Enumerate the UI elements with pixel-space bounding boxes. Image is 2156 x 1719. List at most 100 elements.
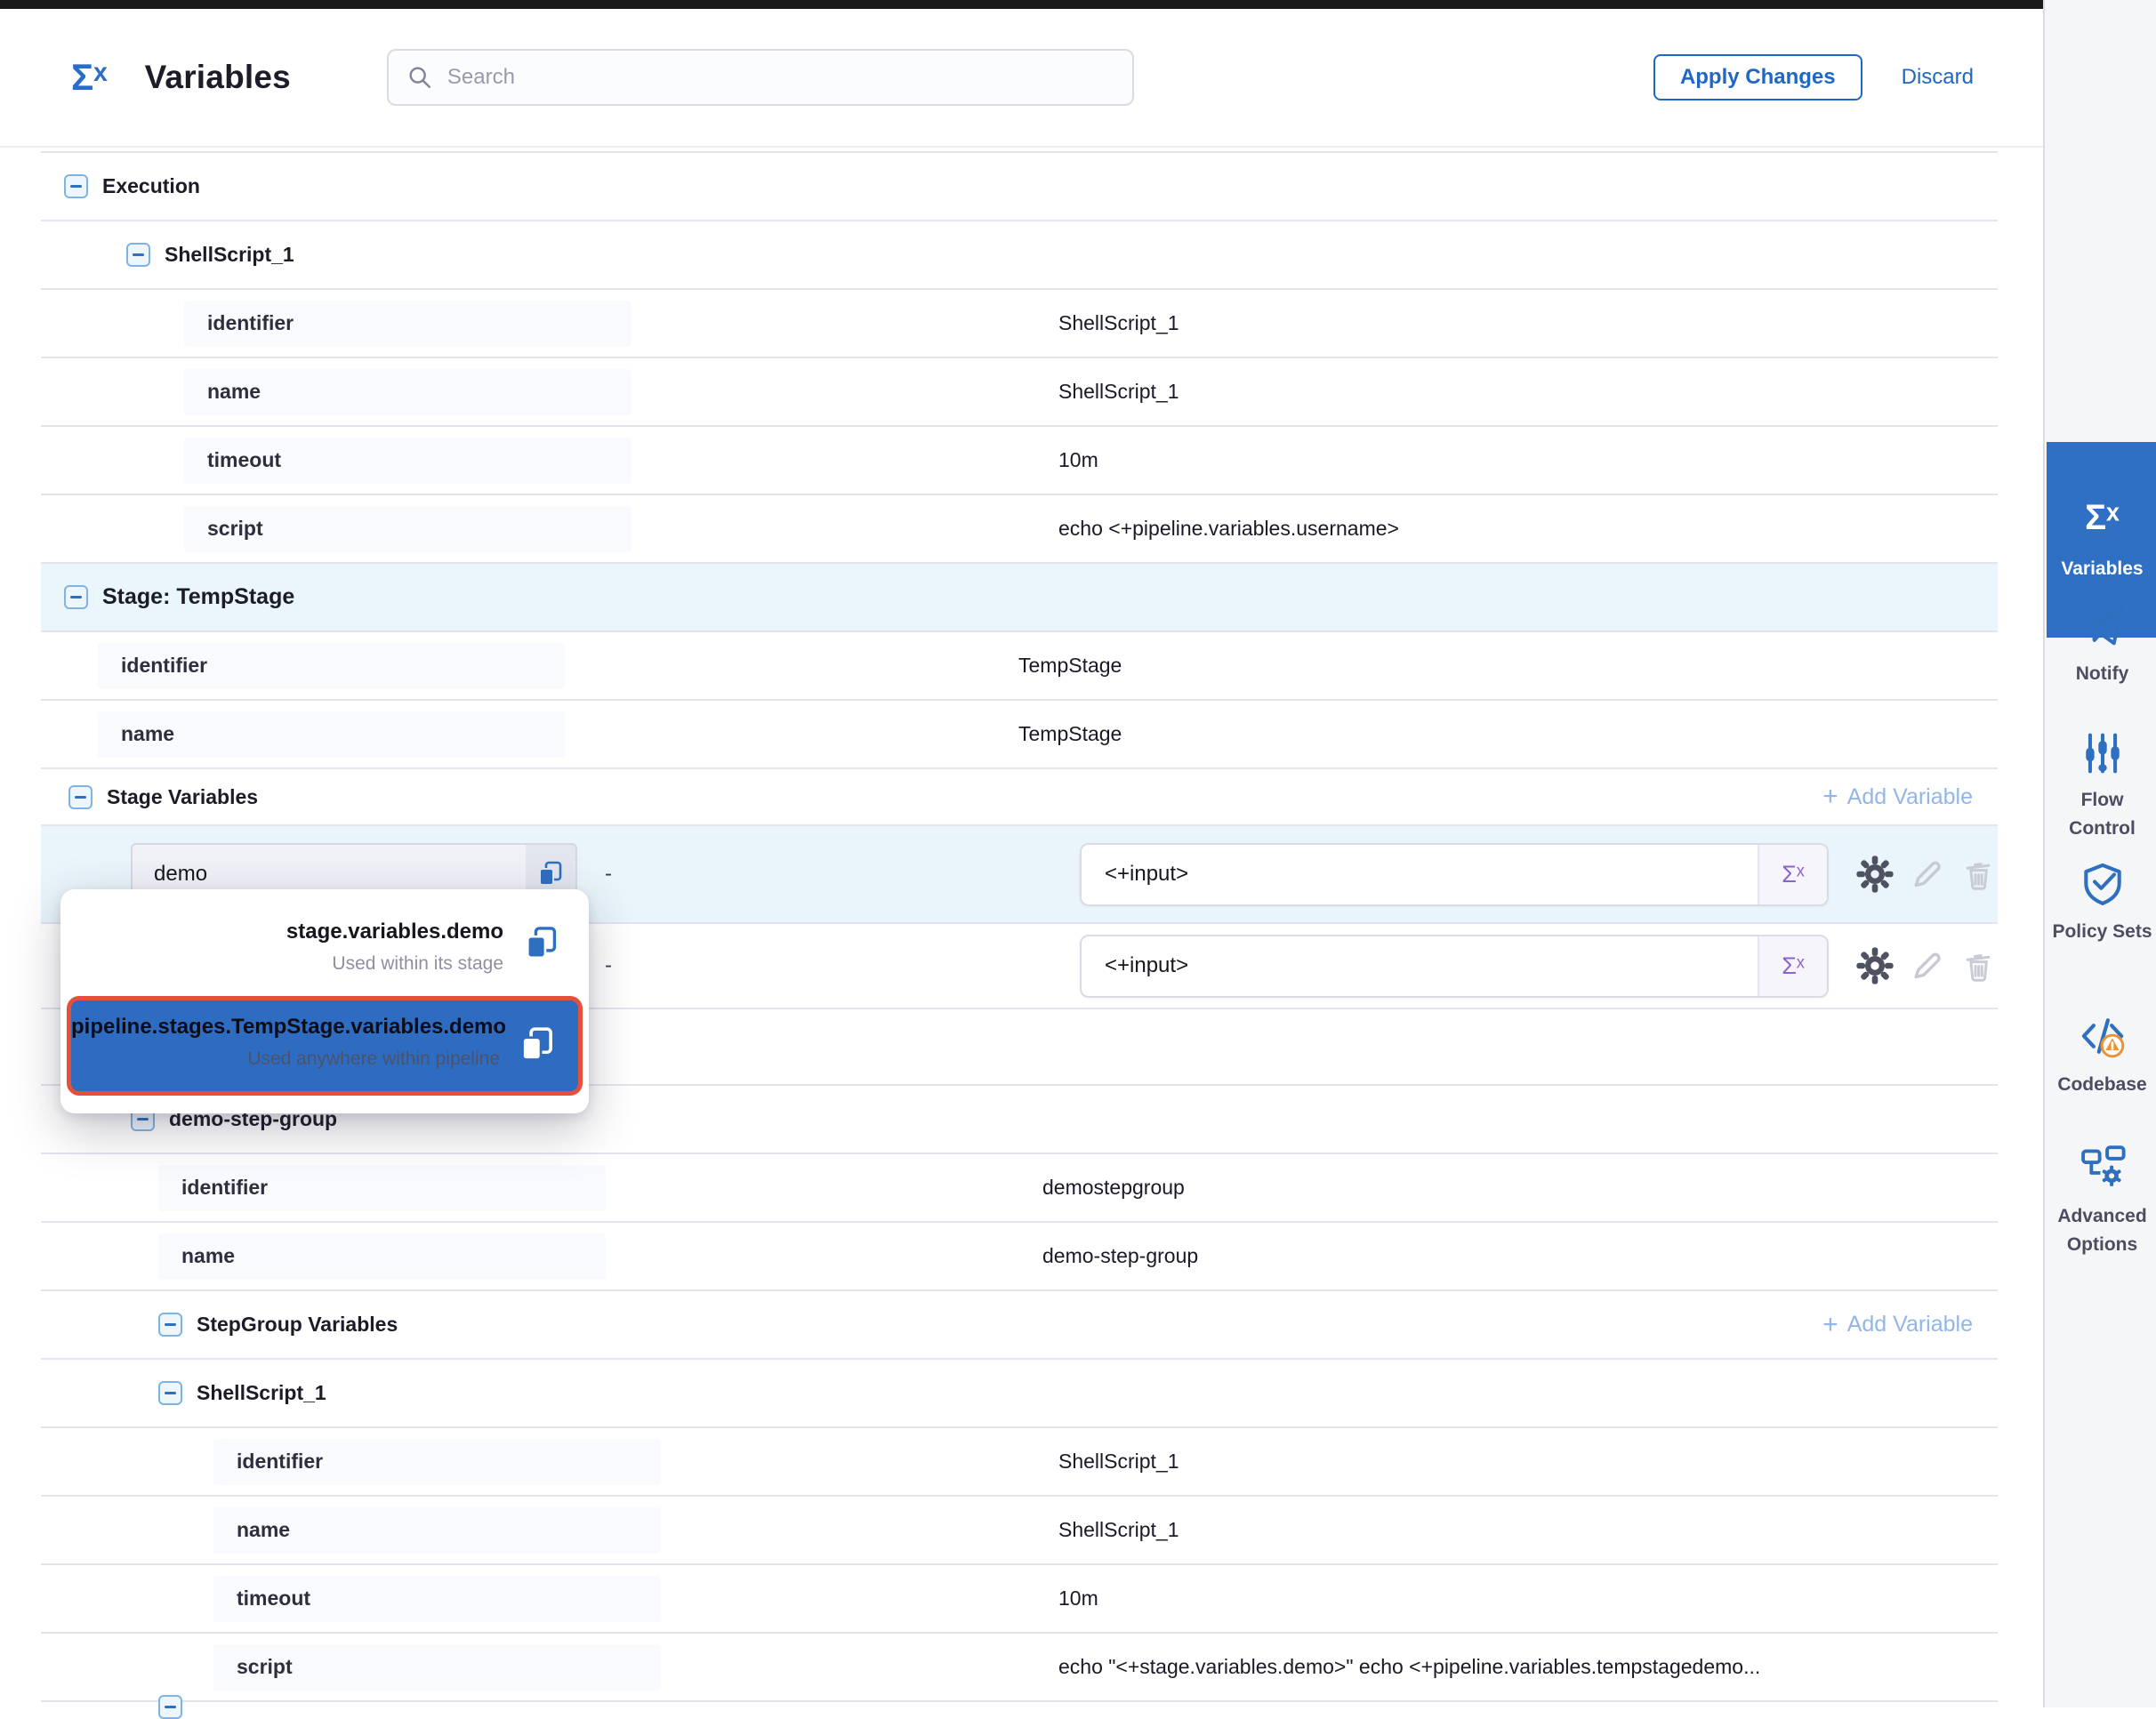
field-value: 10m — [1058, 1586, 1098, 1611]
sidebar-item-policy-sets[interactable]: Policy Sets — [2047, 861, 2156, 946]
section-row-stepgroup-variables: StepGroup Variables + Add Variable — [41, 1291, 1998, 1360]
variable-scope-text: Used within its stage — [60, 953, 503, 975]
variable-row-actions — [1855, 946, 1998, 985]
section-row-stage-variables: Stage Variables + Add Variable — [41, 769, 1998, 826]
field-value: ShellScript_1 — [1058, 311, 1179, 335]
expression-toggle-button[interactable]: Σˣ — [1758, 845, 1827, 904]
sidebar-item-notify[interactable]: Notify — [2047, 601, 2156, 688]
section-label: Execution — [102, 174, 200, 198]
sliders-icon — [2080, 731, 2125, 775]
paper-plane-icon — [2079, 601, 2127, 649]
page-title: Variables — [145, 59, 291, 96]
variables-panel-page: { "header": { "logo": "Σˣ", "title": "Va… — [0, 0, 2156, 1707]
right-nav-sidebar: Σˣ Variables Notify Flow Control — [2043, 0, 2156, 1707]
search-box[interactable] — [387, 49, 1134, 106]
popy-item-stage-scope[interactable]: stage.variables.demo Used within its sta… — [60, 889, 589, 998]
field-label-box: identifier — [158, 1165, 606, 1211]
variable-path-popup: stage.variables.demo Used within its sta… — [60, 889, 589, 1113]
field-value: ShellScript_1 — [1058, 380, 1179, 404]
field-label-box: timeout — [184, 438, 632, 484]
section-label: ShellScript_1 — [165, 243, 294, 267]
section-row-stage-tempstage: Stage: TempStage — [41, 564, 1998, 632]
section-label: Stage: TempStage — [102, 584, 294, 610]
field-label-box: script — [184, 506, 632, 552]
field-value: echo <+pipeline.variables.username> — [1058, 517, 1399, 541]
sigma-x-icon: Σˣ — [2085, 500, 2120, 535]
variable-scope-text: Used anywhere within pipeline — [71, 1048, 500, 1070]
variable-required-dash: - — [605, 862, 612, 887]
plus-icon: + — [1822, 1312, 1838, 1338]
sidebar-item-flow-control[interactable]: Flow Control — [2047, 731, 2156, 842]
sigma-x-logo-icon: Σˣ — [71, 59, 108, 96]
collapse-toggle-icon[interactable] — [64, 585, 88, 609]
variable-path-text: stage.variables.demo — [60, 920, 503, 944]
expression-toggle-button[interactable]: Σˣ — [1758, 936, 1827, 996]
field-label-box: name — [213, 1507, 661, 1554]
field-label-box: name — [184, 369, 632, 415]
field-row-name: name ShellScript_1 — [41, 358, 1998, 427]
copy-path-button[interactable] — [523, 925, 560, 967]
popup-item-pipeline-scope-highlighted[interactable]: pipeline.stages.TempStage.variables.demo… — [67, 996, 583, 1096]
pencil-icon — [1908, 855, 1945, 893]
field-value: echo "<+stage.variables.demo>" echo <+pi… — [1058, 1655, 1760, 1679]
gear-icon — [1855, 855, 1895, 894]
collapse-toggle-icon[interactable] — [68, 785, 93, 809]
discard-button[interactable]: Discard — [1902, 65, 1974, 90]
search-input[interactable] — [447, 65, 1114, 90]
top-black-bar — [0, 0, 2043, 9]
field-row-timeout: timeout 10m — [41, 427, 1998, 495]
apply-changes-button[interactable]: Apply Changes — [1653, 54, 1862, 100]
field-value: TempStage — [1018, 654, 1122, 678]
delete-trash-button[interactable] — [1959, 855, 1998, 894]
field-row-timeout: timeout 10m — [41, 1565, 1998, 1634]
add-variable-button[interactable]: + Add Variable — [1822, 1312, 1973, 1338]
edit-pencil-button[interactable] — [1907, 946, 1946, 985]
collapse-toggle-icon[interactable] — [126, 243, 150, 267]
field-row-name: name demo-step-group — [41, 1223, 1998, 1291]
sidebar-item-codebase[interactable]: Codebase — [2047, 1012, 2156, 1099]
delete-trash-button[interactable] — [1959, 946, 1998, 985]
field-label-box: name — [158, 1233, 606, 1280]
search-icon — [406, 64, 433, 91]
header: Σˣ Variables Apply Changes Discard — [0, 9, 2043, 148]
trash-icon — [1960, 948, 1996, 984]
field-row-name: name TempStage — [41, 701, 1998, 769]
settings-gear-button[interactable] — [1855, 855, 1895, 894]
collapse-toggle-icon[interactable] — [158, 1381, 182, 1405]
field-row-script: script echo <+pipeline.variables.usernam… — [41, 495, 1998, 564]
copy-icon — [523, 925, 560, 962]
copy-path-button[interactable] — [518, 1025, 557, 1069]
section-row-shellscript1: ShellScript_1 — [41, 221, 1998, 290]
pencil-icon — [1908, 947, 1945, 984]
field-value: demostepgroup — [1042, 1176, 1185, 1200]
code-warning-icon — [2079, 1012, 2127, 1060]
field-value: 10m — [1058, 448, 1098, 472]
collapse-toggle-icon[interactable] — [158, 1313, 182, 1337]
gear-icon — [1855, 946, 1895, 985]
add-variable-button[interactable]: + Add Variable — [1822, 783, 1973, 810]
variable-row-actions — [1855, 855, 1998, 894]
variable-value-input[interactable]: <+input> Σˣ — [1080, 935, 1829, 998]
plus-icon: + — [1822, 783, 1838, 810]
field-row-identifier: identifier ShellScript_1 — [41, 290, 1998, 358]
section-label: ShellScript_1 — [197, 1381, 326, 1405]
copy-icon — [536, 860, 565, 888]
variable-value-input[interactable]: <+input> Σˣ — [1080, 843, 1829, 906]
edit-pencil-button[interactable] — [1907, 855, 1946, 894]
field-value: ShellScript_1 — [1058, 1518, 1179, 1542]
field-row-name: name ShellScript_1 — [41, 1497, 1998, 1565]
section-row-execution: Execution — [41, 153, 1998, 221]
sidebar-item-advanced-options[interactable]: Advanced Options — [2047, 1144, 2156, 1258]
field-label-box: name — [98, 711, 565, 758]
settings-gear-button[interactable] — [1855, 946, 1895, 985]
field-label-box: identifier — [98, 643, 565, 689]
field-row-identifier: identifier demostepgroup — [41, 1154, 1998, 1223]
field-value: demo-step-group — [1042, 1244, 1198, 1268]
collapse-toggle-icon[interactable] — [64, 174, 88, 198]
field-label-box: script — [213, 1644, 661, 1691]
copy-icon — [518, 1025, 557, 1064]
field-label-box: timeout — [213, 1576, 661, 1622]
variable-required-dash: - — [605, 953, 612, 978]
field-row-identifier: identifier ShellScript_1 — [41, 1428, 1998, 1497]
field-label-box: identifier — [213, 1439, 661, 1485]
